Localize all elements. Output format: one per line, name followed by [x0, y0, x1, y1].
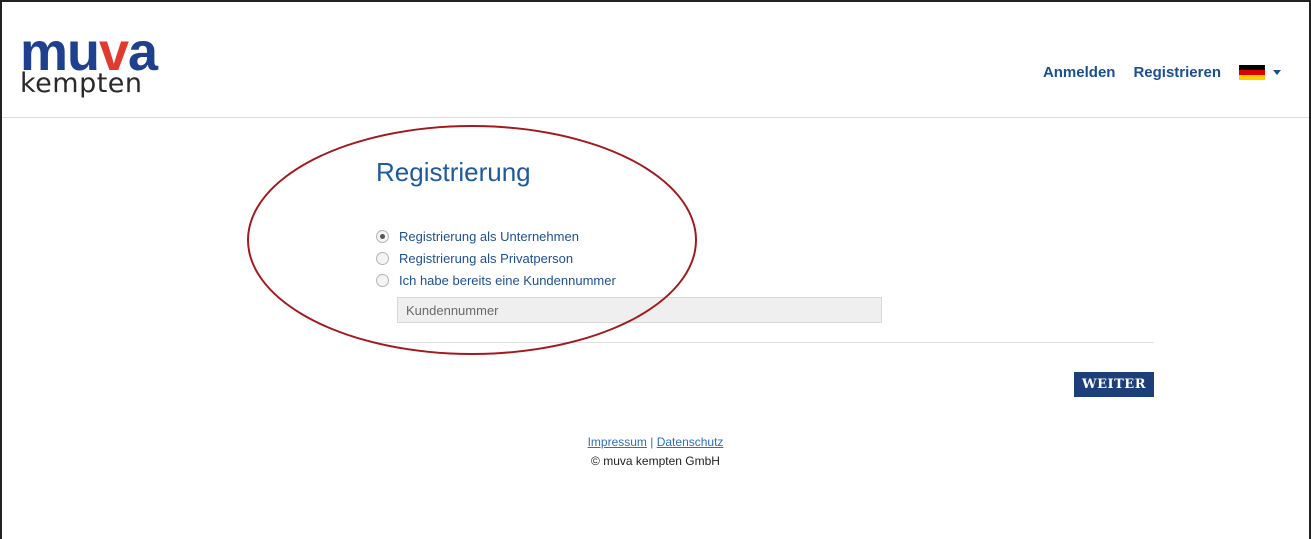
muva-logo[interactable]: muva kempten — [20, 25, 180, 110]
registration-type-options: Registrierung als Unternehmen Registrier… — [376, 225, 1154, 291]
option-private[interactable]: Registrierung als Privatperson — [376, 247, 1154, 269]
option-existing-customer-label: Ich habe bereits eine Kundennummer — [399, 272, 616, 288]
option-private-label: Registrierung als Privatperson — [399, 250, 574, 266]
login-link[interactable]: Anmelden — [1043, 64, 1116, 81]
site-header: muva kempten Anmelden Registrieren — [2, 2, 1309, 118]
option-existing-customer[interactable]: Ich habe bereits eine Kundennummer — [376, 269, 1154, 291]
continue-button[interactable]: WEITER — [1074, 372, 1154, 397]
language-selector[interactable] — [1239, 65, 1281, 80]
divider — [376, 342, 1154, 343]
privacy-link[interactable]: Datenschutz — [657, 435, 724, 449]
registration-panel: Registrierung Registrierung als Unterneh… — [376, 155, 1154, 397]
impressum-link[interactable]: Impressum — [588, 435, 647, 449]
chevron-down-icon — [1273, 70, 1281, 75]
customer-number-input[interactable] — [397, 297, 882, 323]
de-flag-icon — [1239, 65, 1265, 80]
page-title: Registrierung — [376, 157, 531, 187]
radio-private[interactable] — [376, 251, 389, 265]
site-footer: Impressum | Datenschutz © muva kempten G… — [0, 433, 1311, 471]
radio-existing-customer[interactable] — [376, 273, 389, 287]
top-nav: Anmelden Registrieren — [1043, 64, 1281, 81]
option-company-label: Registrierung als Unternehmen — [399, 228, 579, 244]
footer-separator: | — [650, 435, 654, 449]
copyright-text: © muva kempten GmbH — [591, 454, 720, 468]
radio-company[interactable] — [376, 229, 389, 243]
register-link[interactable]: Registrieren — [1133, 64, 1221, 81]
option-company[interactable]: Registrierung als Unternehmen — [376, 225, 1154, 247]
